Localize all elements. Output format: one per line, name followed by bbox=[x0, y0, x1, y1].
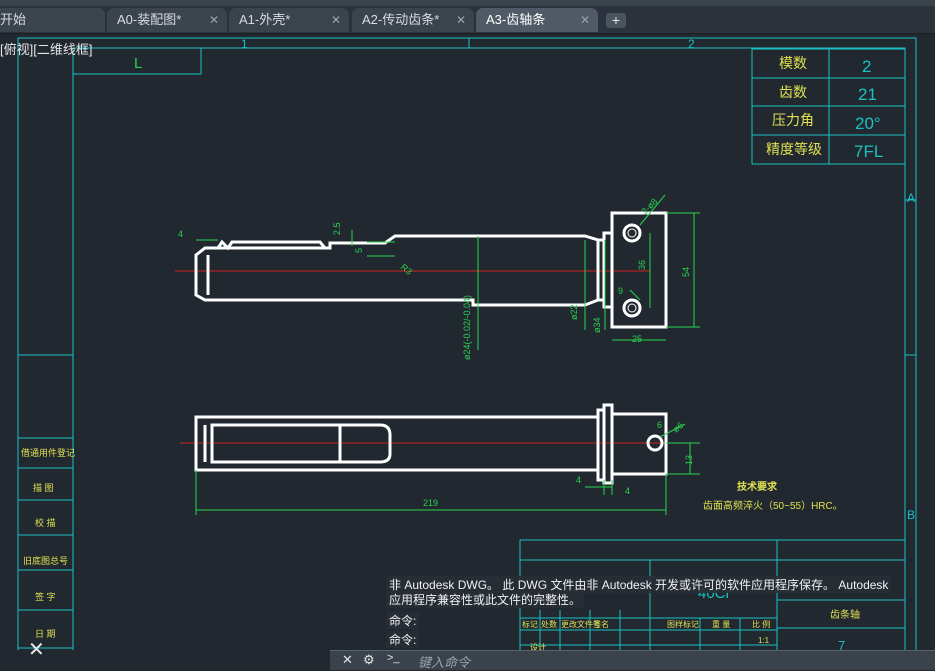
close-icon[interactable]: ✕ bbox=[342, 652, 353, 668]
zone-label: A bbox=[907, 191, 915, 205]
dimension-text: 2.5 bbox=[332, 222, 342, 235]
title-block-label: 重 量 bbox=[712, 619, 730, 629]
tab-a3[interactable]: A3-齿轴条 ✕ bbox=[476, 8, 598, 32]
dimension-text: 4 bbox=[576, 475, 581, 485]
dimension-text: ø34 bbox=[592, 317, 602, 333]
dimension-text: R3 bbox=[399, 262, 414, 277]
gear-param-label: 精度等级 bbox=[766, 141, 822, 157]
dimension-text: 5 bbox=[354, 248, 364, 253]
tab-a1[interactable]: A1-外壳* ✕ bbox=[229, 8, 349, 32]
dimension-text: 219 bbox=[423, 498, 438, 508]
command-line-bar: ✕ ⚙ >_ 键入命令 bbox=[330, 650, 935, 670]
gear-param-label: 模数 bbox=[779, 55, 807, 71]
tab-a2[interactable]: A2-传动齿条* ✕ bbox=[352, 8, 474, 32]
gear-param-label: 压力角 bbox=[772, 112, 814, 128]
side-table-label: 日 期 bbox=[35, 629, 56, 639]
title-block-value: 1:1 bbox=[758, 636, 770, 645]
dimension-text: 25 bbox=[632, 334, 642, 344]
command-prompt-icon[interactable]: >_ bbox=[387, 652, 400, 664]
command-history-line: 命令: bbox=[386, 612, 420, 629]
tab-a0[interactable]: A0-装配图* ✕ bbox=[107, 8, 227, 32]
dimension-text: 9 bbox=[618, 286, 623, 296]
tab-label: 开始 bbox=[0, 12, 27, 27]
tab-label: A2-传动齿条* bbox=[362, 12, 440, 27]
code-box-text: L bbox=[134, 55, 142, 72]
side-table-label: 校 描 bbox=[35, 517, 56, 528]
command-history-line: 应用程序兼容性或此文件的完整性。 bbox=[386, 591, 585, 608]
drawing-canvas[interactable]: 1 2 A B L 模数 齿数 压力角 精度等级 2 21 20° 7FL 4 … bbox=[0, 34, 935, 650]
dimension-text: 6 bbox=[657, 420, 662, 430]
title-block-label: 处数 bbox=[541, 619, 557, 629]
dimension-text: 4 bbox=[625, 486, 630, 496]
side-table-label: 旧底图总号 bbox=[23, 555, 68, 566]
dimension-text: ø24(-0.02/-0.04) bbox=[462, 295, 472, 360]
tab-label: A1-外壳* bbox=[239, 12, 291, 27]
title-block-label: 比 例 bbox=[752, 619, 770, 629]
tech-req-text: 齿面高频淬火（50~55）HRC。 bbox=[703, 499, 843, 512]
viewport-controls[interactable]: [俯视][二维线框] bbox=[0, 39, 92, 58]
side-table-label: 借通用件登记 bbox=[21, 447, 75, 458]
title-block-label: 标记 bbox=[522, 619, 538, 629]
side-table-label: 签 字 bbox=[35, 591, 56, 602]
side-record-table bbox=[17, 437, 74, 649]
command-input[interactable]: 键入命令 bbox=[418, 652, 470, 671]
dimension-text: 54 bbox=[681, 267, 691, 277]
tab-label: A0-装配图* bbox=[117, 12, 182, 27]
title-block-label: 设计 bbox=[530, 642, 546, 650]
gear-param-label: 齿数 bbox=[779, 84, 807, 100]
close-tab-icon[interactable]: ✕ bbox=[331, 8, 341, 32]
front-view-geometry bbox=[194, 211, 668, 329]
close-tab-icon[interactable]: ✕ bbox=[209, 8, 219, 32]
gear-param-value: 2 bbox=[862, 57, 871, 76]
drawing-number-text: 7 bbox=[838, 638, 845, 650]
zone-label: B bbox=[907, 508, 915, 522]
tech-req-title: 技术要求 bbox=[737, 480, 778, 493]
tab-start[interactable]: 开始 bbox=[0, 8, 105, 32]
command-history-line: 命令: bbox=[386, 631, 420, 648]
dimension-text: ø6 bbox=[671, 420, 685, 434]
gear-param-value: 21 bbox=[858, 85, 877, 104]
tab-label: A3-齿轴条 bbox=[486, 12, 546, 27]
dimension-text: 36 bbox=[637, 260, 647, 270]
dimension-text: ø22 bbox=[569, 304, 579, 320]
title-block-label: 图样标记 bbox=[667, 619, 699, 629]
dimension-text: 13 bbox=[684, 455, 694, 465]
new-tab-button[interactable]: + bbox=[606, 13, 626, 28]
close-tab-icon[interactable]: ✕ bbox=[456, 8, 466, 32]
gear-param-value: 7FL bbox=[854, 142, 883, 161]
zone-label: 2 bbox=[688, 37, 695, 51]
close-icon[interactable]: ✕ bbox=[28, 640, 45, 660]
file-tab-bar: 开始 A0-装配图* ✕ A1-外壳* ✕ A2-传动齿条* ✕ A3-齿轴条 ✕ + bbox=[0, 0, 935, 34]
wrench-icon[interactable]: ⚙ bbox=[363, 652, 375, 668]
dimension-text: 4 bbox=[178, 229, 183, 239]
gear-param-value: 20° bbox=[855, 114, 881, 133]
title-block-label: 签名 bbox=[593, 619, 609, 629]
zone-label: 1 bbox=[241, 37, 248, 51]
part-name-text: 齿条轴 bbox=[830, 608, 860, 621]
side-table-label: 描 图 bbox=[33, 482, 54, 493]
top-view-geometry bbox=[194, 403, 668, 485]
ribbon-edge bbox=[0, 0, 935, 6]
close-tab-icon[interactable]: ✕ bbox=[580, 8, 590, 32]
